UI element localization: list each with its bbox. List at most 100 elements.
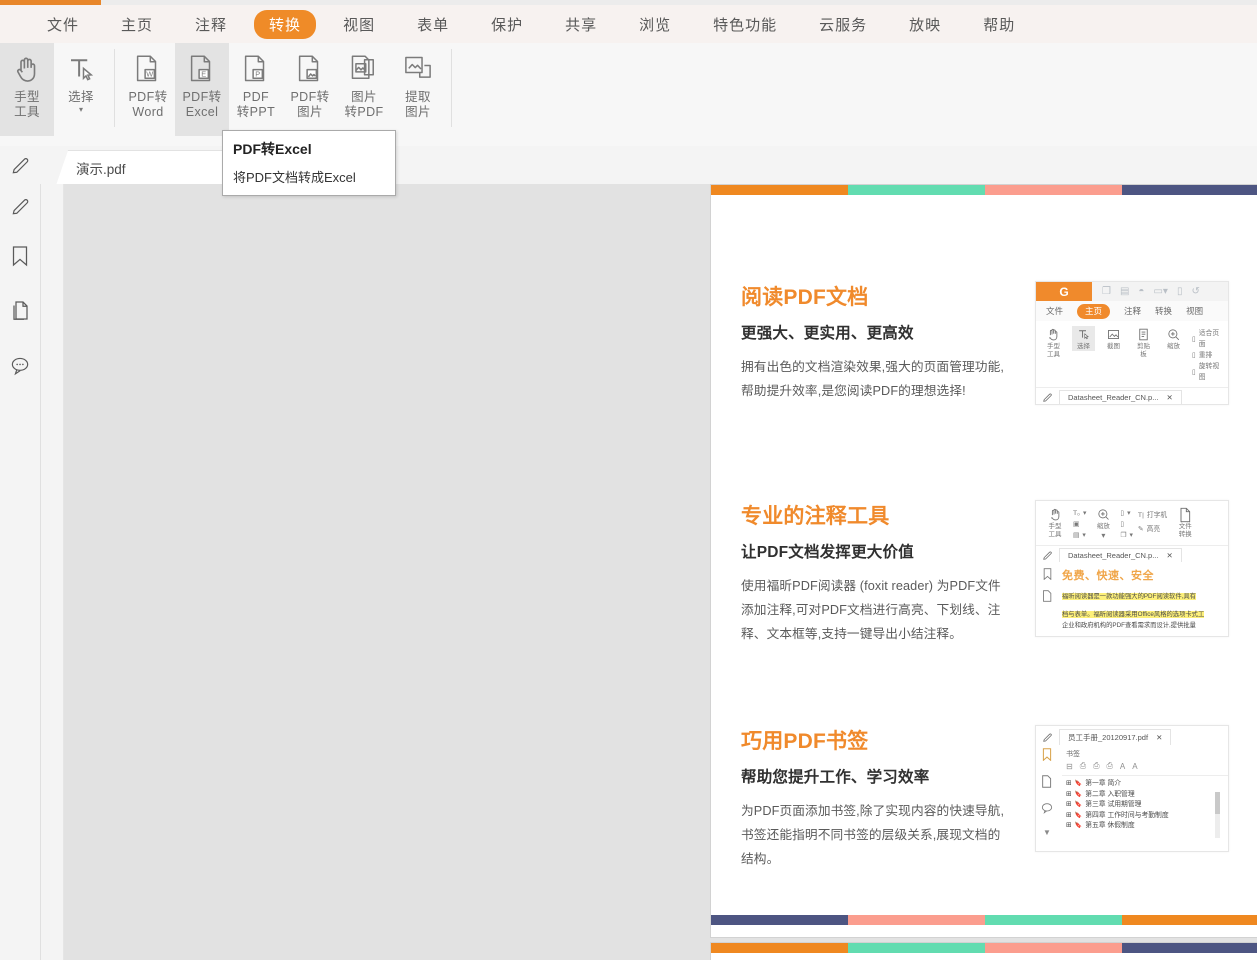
color-bar-0: [711, 943, 848, 953]
mini-bookmark-item: ⊞🔖第三章 试用期管理: [1066, 800, 1228, 811]
chevron-down-icon[interactable]: ▾: [79, 106, 83, 114]
mini-ribbon: 手型 工具 T₀▾ ▣ ▤▾: [1036, 501, 1228, 546]
mini-new-icon: ▯: [1177, 286, 1183, 297]
pages-icon: [1042, 590, 1053, 602]
mini-tool-2: 截图: [1102, 326, 1125, 351]
mini-tool-label: 手型: [1047, 343, 1060, 351]
mini-tool-label: 缩放: [1167, 343, 1180, 351]
mini-tool-label: 缩放: [1097, 523, 1110, 531]
pen-icon: [10, 196, 31, 217]
mini-bookmark-item: ⊞🔖第五章 休假制度: [1066, 821, 1228, 832]
mini-typewriter-column: T|打字机 ✎高亮: [1138, 506, 1167, 537]
mini-tool-convert: 文件 转换: [1172, 506, 1198, 539]
ribbon-label-line2: Excel: [186, 105, 219, 120]
sidebar-comments[interactable]: [0, 338, 40, 393]
pdf-to-ppt[interactable]: P PDF转PPT: [229, 43, 283, 136]
mini-scrollbar[interactable]: [1215, 792, 1220, 838]
mini-tab-row: 员工手册_20120917.pdf ✕: [1036, 728, 1228, 746]
zoom-icon: [1166, 326, 1181, 343]
color-bar-0: [711, 185, 848, 195]
sidebar-pages[interactable]: [0, 283, 40, 338]
color-bar-1: [848, 915, 985, 925]
hand-tool[interactable]: 手型工具: [0, 43, 54, 136]
typewriter-icon: T|: [1138, 509, 1144, 523]
menu-item-9[interactable]: 特色功能: [698, 10, 792, 39]
mini-bookmark-toolbar: ⊟ ⎙ ⎙ ⎙ A A: [1062, 761, 1228, 776]
document-tab-strip: 演示.pdf: [0, 146, 1257, 185]
bookmark-icon: 🔖: [1075, 779, 1082, 790]
viewer-left-strip: [41, 184, 64, 960]
bookmark-icon: 🔖: [1075, 800, 1082, 811]
mini-doc-line-2: 档与表单。福昕阅读器采用Office风格的选项卡式工: [1062, 611, 1204, 618]
color-bar-2: [985, 185, 1122, 195]
bookmark-icon-active: [1041, 748, 1053, 761]
sidebar-bookmark[interactable]: [0, 228, 40, 283]
page-section-bookmarks: 巧用PDF书签 帮助您提升工作、学习效率 为PDF页面添加书签,除了实现内容的快…: [711, 725, 1257, 915]
menu-item-2[interactable]: 注释: [180, 10, 242, 39]
menu-item-0[interactable]: 文件: [32, 10, 94, 39]
menu-item-8[interactable]: 浏览: [624, 10, 686, 39]
mini-menu-row: 文件主页注释转换视图: [1036, 301, 1228, 321]
mini-bookmark-item: ⊞🔖第四章 工作时间与考勤制度: [1066, 811, 1228, 822]
mini-nav-rail: ▼: [1036, 746, 1058, 837]
chevron-down-icon: ▾: [1082, 530, 1085, 541]
mini-tool-label: 文件: [1179, 523, 1192, 531]
pdf-to-word[interactable]: W PDF转Word: [121, 43, 175, 136]
pdf-to-image[interactable]: PDF转图片: [283, 43, 337, 136]
mini-tab-row: Datasheet_Reader_CN.p... ✕: [1036, 546, 1228, 564]
sidebar-annotate[interactable]: [0, 184, 40, 228]
section-heading: 巧用PDF书签: [741, 725, 1009, 755]
inset-reader-annotate: 手型 工具 T₀▾ ▣ ▤▾: [1035, 500, 1229, 637]
color-bar-3: [1122, 185, 1257, 195]
page-icon-2: ▯: [1120, 519, 1124, 530]
menu-item-4[interactable]: 视图: [328, 10, 390, 39]
select-tool[interactable]: 选择▾: [54, 43, 108, 136]
bookmark-icon: [1042, 568, 1053, 580]
mini-tool-0: 手型工具: [1042, 326, 1065, 359]
text-select-icon: [1076, 326, 1091, 343]
convert-icon: [1178, 506, 1192, 523]
mini-bookmark-label: 第三章 试用期管理: [1085, 800, 1141, 811]
menu-item-1[interactable]: 主页: [106, 10, 168, 39]
collapse-all-icon: ⊟: [1066, 762, 1073, 771]
mini-view-option-label: 重排: [1199, 350, 1213, 361]
color-bar-1: [848, 943, 985, 953]
page-icon: ▯: [1120, 508, 1124, 519]
clipboard-icon: ▤: [1073, 530, 1079, 541]
text-select-icon: T₀: [1073, 508, 1080, 519]
mini-bookmark-label: 第二章 入职管理: [1085, 790, 1134, 801]
mini-doc-heading: 免费、快速、安全: [1062, 567, 1222, 583]
menu-item-3[interactable]: 转换: [254, 10, 316, 39]
ribbon-separator: [114, 49, 115, 127]
mini-bookmark-list: ⊞🔖第一章 简介⊞🔖第二章 入职管理⊞🔖第三章 试用期管理⊞🔖第四章 工作时间与…: [1062, 776, 1228, 832]
section-heading: 阅读PDF文档: [741, 281, 1009, 311]
page-section-annotation: 专业的注释工具 让PDF文档发挥更大价值 使用福昕PDF阅读器 (foxit r…: [711, 500, 1257, 690]
mini-tool-label2: 转换: [1179, 531, 1192, 539]
image-to-pdf[interactable]: 图片转PDF: [337, 43, 391, 136]
mini-tool-label: 手型: [1049, 523, 1062, 531]
menu-item-10[interactable]: 云服务: [804, 10, 882, 39]
mini-menu-2: 注释: [1124, 305, 1141, 317]
page-bottom-color-bars: [711, 915, 1257, 925]
color-bar-0: [711, 915, 848, 925]
doc-w-icon: W: [133, 48, 163, 90]
extract-image[interactable]: 提取图片: [391, 43, 445, 136]
menu-item-7[interactable]: 共享: [550, 10, 612, 39]
document-viewer: 阅读PDF文档 更强大、更实用、更高效 拥有出色的文档渲染效果,强大的页面管理功…: [41, 184, 1257, 960]
document-tab[interactable]: 演示.pdf: [56, 150, 229, 185]
annotate-quick-icon[interactable]: [0, 146, 40, 184]
menu-item-11[interactable]: 放映: [894, 10, 956, 39]
menu-item-5[interactable]: 表单: [402, 10, 464, 39]
menu-item-6[interactable]: 保护: [476, 10, 538, 39]
mini-row-clipboard: ▤▾: [1073, 530, 1086, 541]
font-increase-icon: A: [1120, 762, 1125, 771]
delete-bookmark-icon: ⎙: [1107, 761, 1113, 771]
expand-plus-icon: ⊞: [1066, 779, 1072, 790]
expand-plus-icon: ⊞: [1066, 790, 1072, 801]
ribbon-label-line1: PDF转: [290, 90, 329, 105]
pdf-to-excel[interactable]: E PDF转Excel: [175, 43, 229, 136]
mini-bookmark-label: 第五章 休假制度: [1085, 821, 1134, 832]
ribbon-label-line1: PDF转: [182, 90, 221, 105]
mini-document-tab: Datasheet_Reader_CN.p... ✕: [1059, 390, 1182, 404]
menu-item-12[interactable]: 帮助: [968, 10, 1030, 39]
